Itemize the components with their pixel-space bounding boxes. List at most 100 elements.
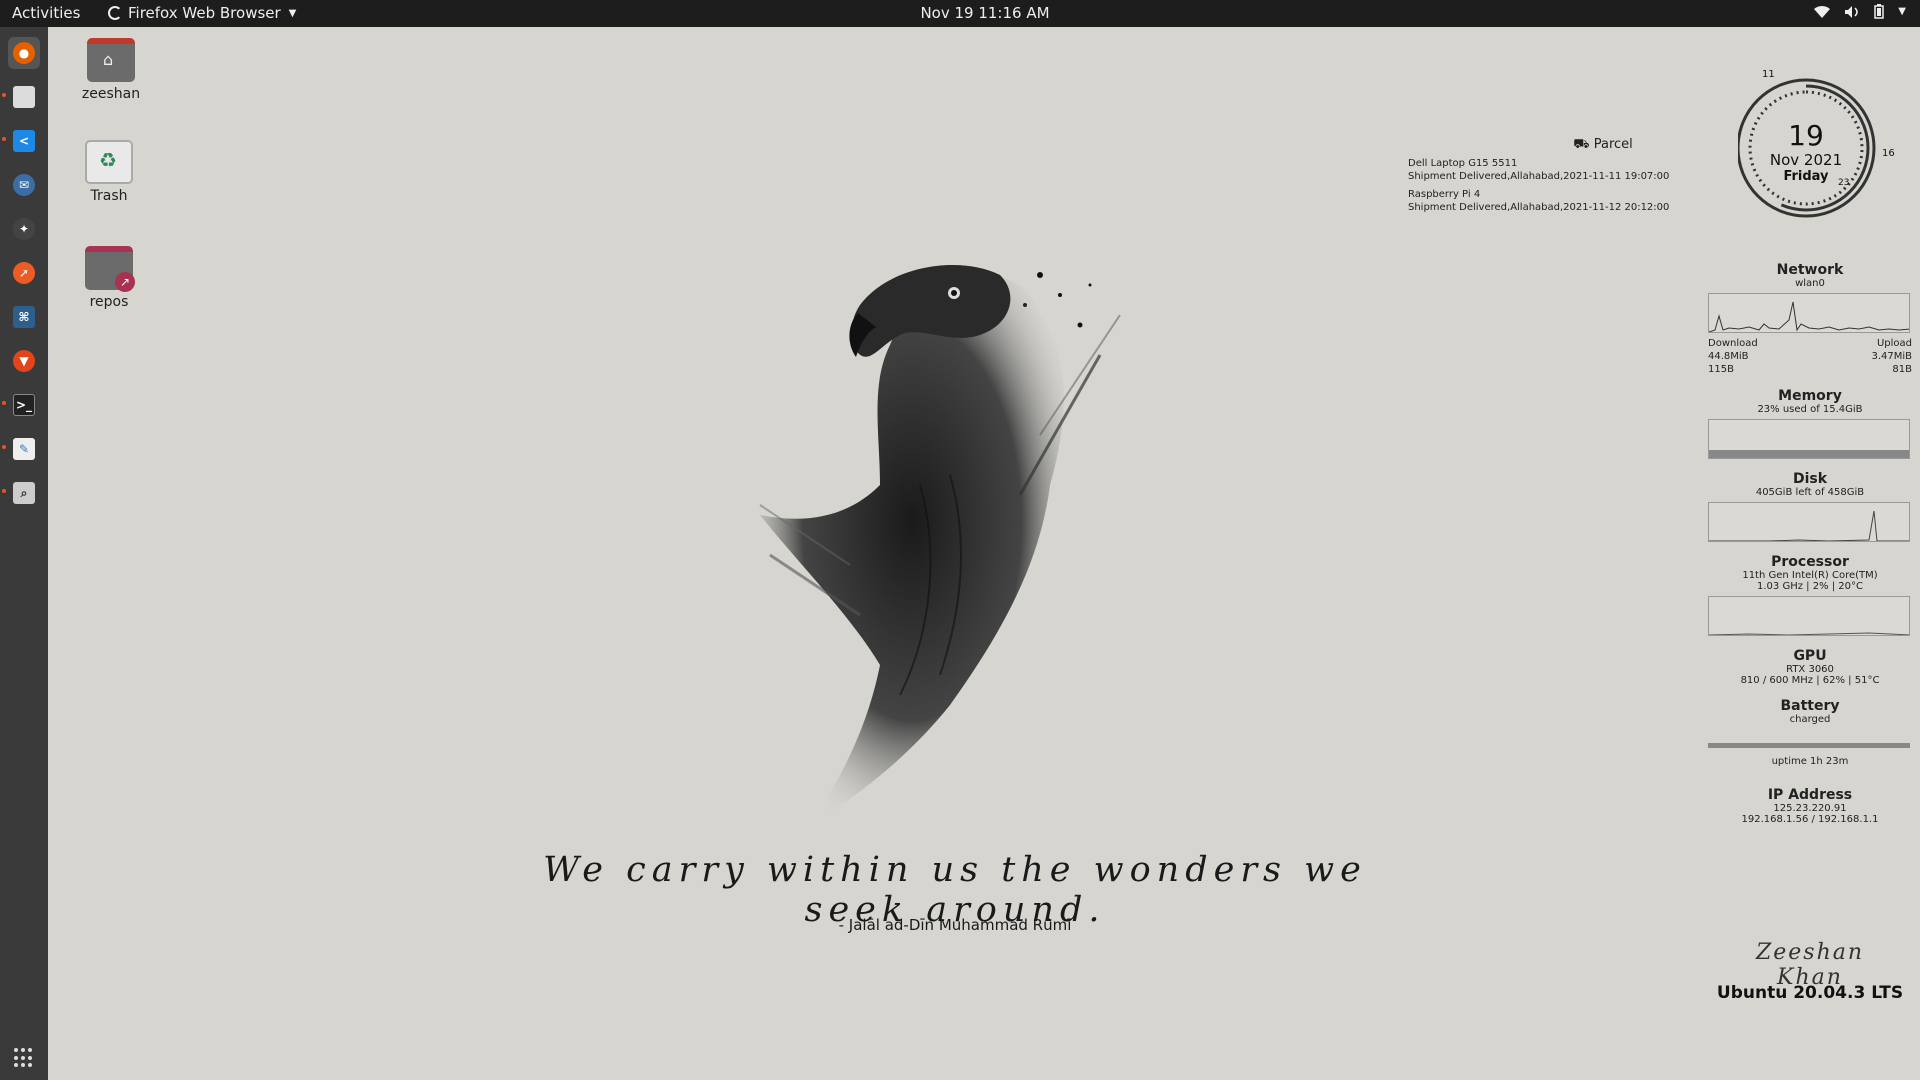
parcel-item: Dell Laptop G15 5511 xyxy=(1408,158,1518,169)
gpu-title: GPU xyxy=(1793,648,1827,664)
ip-title: IP Address xyxy=(1767,787,1853,803)
date-time-menu[interactable]: Nov 19 11:16 AM xyxy=(0,4,1920,22)
download-label: Download xyxy=(1708,338,1758,349)
dock-item-files[interactable] xyxy=(8,81,40,113)
home-folder-icon: ⌂ xyxy=(87,38,135,82)
os-version-label: Ubuntu 20.04.3 LTS xyxy=(1716,983,1904,1003)
wifi-icon xyxy=(1814,5,1831,18)
memory-graph xyxy=(1708,419,1910,459)
network-title: Network xyxy=(1776,262,1844,278)
parcel-widget: ⛟ Parcel Dell Laptop G15 5511 Shipment D… xyxy=(1408,138,1698,219)
top-bar: Activities Firefox Web Browser ▼ Nov 19 … xyxy=(0,0,1920,27)
gpu-detail: 810 / 600 MHz | 62% | 51°C xyxy=(1740,675,1880,686)
public-ip: 125.23.220.91 xyxy=(1773,803,1847,814)
disk-title: Disk xyxy=(1792,471,1828,487)
desktop-icon-trash[interactable]: ♻ Trash xyxy=(64,140,154,204)
desktop-icon-label: repos xyxy=(89,294,129,310)
clock-month-year: Nov 2021 xyxy=(1769,151,1843,169)
dock-item-search[interactable]: ⌕ xyxy=(8,477,40,509)
parcel-item: Raspberry Pi 4 xyxy=(1408,189,1481,200)
postman-icon: ➚ xyxy=(13,262,35,284)
disk-detail: 405GiB left of 458GiB xyxy=(1755,487,1865,498)
battery-section: Battery charged uptime 1h 23m xyxy=(1708,698,1912,767)
disk-section: Disk 405GiB left of 458GiB xyxy=(1708,471,1912,542)
download-rate: 115B xyxy=(1708,364,1734,375)
running-indicator xyxy=(2,137,6,141)
gpu-section: GPU RTX 3060 810 / 600 MHz | 62% | 51°C xyxy=(1708,648,1912,686)
minute-label: 16 xyxy=(1882,148,1895,159)
uptime-label: uptime 1h 23m xyxy=(1771,756,1849,767)
volume-icon xyxy=(1845,5,1859,18)
magnifier-icon: ⌕ xyxy=(13,482,35,504)
parcel-title: ⛟ Parcel xyxy=(1408,138,1698,151)
running-indicator xyxy=(2,445,6,449)
battery-title: Battery xyxy=(1780,698,1840,714)
dock-item-postman[interactable]: ➚ xyxy=(8,257,40,289)
vscode-icon: < xyxy=(13,130,35,152)
eagle-artwork xyxy=(759,265,1121,825)
processor-detail: 1.03 GHz | 2% | 20°C xyxy=(1757,581,1863,592)
processor-graph xyxy=(1708,596,1910,636)
local-ip: 192.168.1.56 / 192.168.1.1 xyxy=(1741,814,1879,825)
dock: ● < ✉ ✦ ➚ ⌘ ▼ >_ ✎ ⌕ xyxy=(0,27,48,1080)
battery-status: charged xyxy=(1789,714,1831,725)
processor-section: Processor 11th Gen Intel(R) Core(TM) 1.0… xyxy=(1708,554,1912,636)
running-indicator xyxy=(2,401,6,405)
desktop-icon-repos[interactable]: ↗ repos xyxy=(64,246,154,310)
parcel-entry: Dell Laptop G15 5511 Shipment Delivered,… xyxy=(1408,157,1698,183)
memory-detail: 23% used of 15.4GiB xyxy=(1757,404,1863,415)
processor-model: 11th Gen Intel(R) Core(TM) xyxy=(1742,570,1878,581)
download-total: 44.8MiB xyxy=(1708,351,1749,362)
database-icon: ⌘ xyxy=(13,306,35,328)
brave-icon: ▼ xyxy=(13,350,35,372)
system-monitor-widget: Network wlan0 Download 44.8MiB 115B Uplo… xyxy=(1708,262,1912,837)
clock-weekday: Friday xyxy=(1783,169,1829,184)
running-indicator xyxy=(2,93,6,97)
files-icon xyxy=(13,86,35,108)
dock-item-text-editor[interactable]: ✎ xyxy=(8,433,40,465)
ip-section: IP Address 125.23.220.91 192.168.1.56 / … xyxy=(1708,787,1912,825)
thunderbird-icon: ✉ xyxy=(13,174,35,196)
dock-item-terminal[interactable]: >_ xyxy=(8,389,40,421)
show-applications-button[interactable] xyxy=(14,1048,34,1068)
gpu-model: RTX 3060 xyxy=(1786,664,1834,675)
clock-day: 19 xyxy=(1788,119,1824,152)
terminal-icon: >_ xyxy=(13,394,35,416)
dock-item-tool[interactable]: ✦ xyxy=(8,213,40,245)
trash-icon: ♻ xyxy=(85,140,133,184)
network-interface: wlan0 xyxy=(1795,278,1825,289)
tool-icon: ✦ xyxy=(13,218,35,240)
firefox-icon: ● xyxy=(13,42,35,64)
running-indicator xyxy=(2,489,6,493)
parcel-entry: Raspberry Pi 4 Shipment Delivered,Allaha… xyxy=(1408,188,1698,214)
upload-rate: 81B xyxy=(1892,364,1912,375)
system-tray[interactable]: ▼ xyxy=(1814,4,1906,19)
clock-widget: 11 16 23 19 Nov 2021 Friday xyxy=(1738,69,1895,224)
hour-label: 11 xyxy=(1762,69,1775,80)
desktop-icon-home[interactable]: ⌂ zeeshan xyxy=(66,38,156,102)
upload-label: Upload xyxy=(1876,338,1912,349)
battery-level-bar xyxy=(1708,743,1910,748)
dock-item-brave[interactable]: ▼ xyxy=(8,345,40,377)
upload-total: 3.47MiB xyxy=(1871,351,1912,362)
quote-author: - Jalāl ad-Dīn Muhammad Rūmī xyxy=(838,916,1072,934)
parcel-status: Shipment Delivered,Allahabad,2021-11-12 … xyxy=(1408,202,1670,213)
battery-icon xyxy=(1874,4,1885,19)
parcel-status: Shipment Delivered,Allahabad,2021-11-11 … xyxy=(1408,171,1670,182)
text-editor-icon: ✎ xyxy=(13,438,35,460)
network-graph xyxy=(1708,293,1910,333)
dock-item-vscode[interactable]: < xyxy=(8,125,40,157)
memory-title: Memory xyxy=(1778,388,1842,404)
desktop-icon-label: Trash xyxy=(90,188,128,204)
disk-graph xyxy=(1708,502,1910,542)
processor-title: Processor xyxy=(1771,554,1849,570)
memory-section: Memory 23% used of 15.4GiB xyxy=(1708,388,1912,459)
chevron-down-icon: ▼ xyxy=(1898,6,1906,17)
dock-item-firefox[interactable]: ● xyxy=(8,37,40,69)
truck-icon: ⛟ xyxy=(1573,137,1590,152)
dock-item-mysql-workbench[interactable]: ⌘ xyxy=(8,301,40,333)
network-section: Network wlan0 Download 44.8MiB 115B Uplo… xyxy=(1708,262,1912,376)
dock-item-thunderbird[interactable]: ✉ xyxy=(8,169,40,201)
parcel-title-label: Parcel xyxy=(1593,137,1633,152)
folder-link-icon: ↗ xyxy=(85,246,135,292)
